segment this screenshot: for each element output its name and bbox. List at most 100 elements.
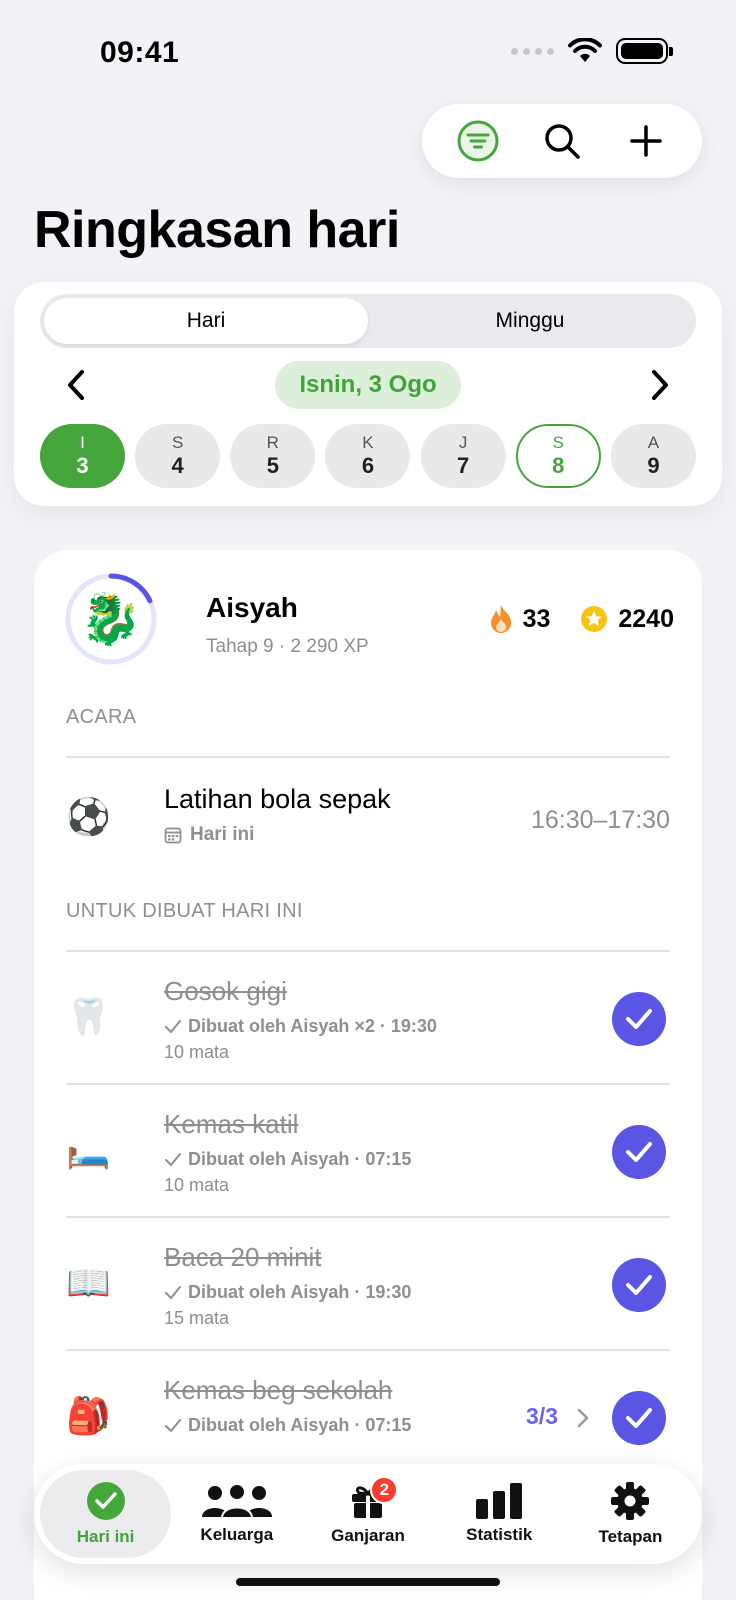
bar-chart-icon xyxy=(476,1483,523,1519)
segment-day[interactable]: Hari xyxy=(44,298,368,344)
task-title: Baca 20 minit xyxy=(164,1242,322,1272)
wifi-icon xyxy=(568,38,602,62)
streak-count: 33 xyxy=(522,604,551,633)
home-indicator xyxy=(236,1578,500,1586)
tab-label: Tetapan xyxy=(598,1527,663,1546)
section-label-todo: UNTUK DIBUAT HARI INI xyxy=(66,900,303,922)
divider xyxy=(66,756,670,758)
event-row[interactable]: ⚽ Latihan bola sepak Hari ini 16:30–17:3… xyxy=(66,772,670,862)
date-navigation: Isnin, 3 Ogo xyxy=(54,360,682,410)
completed-by-text: Dibuat oleh Aisyah · 07:15 xyxy=(188,1415,412,1435)
filter-icon xyxy=(457,120,499,162)
day-number: 4 xyxy=(171,452,184,478)
calendar-icon xyxy=(164,827,182,844)
star-coin-icon xyxy=(581,606,608,632)
avatar: 🐉 xyxy=(79,591,143,647)
day-chip[interactable]: A9 xyxy=(610,424,696,488)
segment-week[interactable]: Minggu xyxy=(368,298,692,344)
tab-bar: Hari ini Keluarga 2 Ganjaran Statistik T… xyxy=(34,1464,702,1564)
event-subtitle: Hari ini xyxy=(164,824,254,846)
search-button[interactable] xyxy=(535,114,589,168)
flame-icon xyxy=(490,605,511,633)
task-completed-by: Dibuat oleh Aisyah · 07:15 xyxy=(164,1149,411,1170)
day-chip[interactable]: S4 xyxy=(135,424,221,488)
profile-header[interactable]: 🐉 Aisyah Tahap 9 · 2 290 XP 33 2240 xyxy=(64,572,674,668)
filter-button[interactable] xyxy=(451,114,505,168)
day-letter: I xyxy=(80,433,85,452)
gear-icon xyxy=(611,1482,650,1520)
checkmark-icon xyxy=(165,1285,181,1299)
date-card: Hari Minggu Isnin, 3 Ogo I3 S4 R5 K6 J7 … xyxy=(14,282,722,506)
task-complete-toggle[interactable] xyxy=(612,1391,666,1445)
day-chip[interactable]: R5 xyxy=(230,424,316,488)
event-time: 16:30–17:30 xyxy=(530,806,670,834)
completed-by-text: Dibuat oleh Aisyah ×2 · 19:30 xyxy=(188,1016,437,1036)
tab-settings[interactable]: Tetapan xyxy=(565,1470,696,1558)
day-letter: R xyxy=(266,433,279,452)
tab-rewards[interactable]: 2 Ganjaran xyxy=(302,1470,433,1558)
tab-today[interactable]: Hari ini xyxy=(40,1470,172,1558)
task-title: Kemas beg sekolah xyxy=(164,1375,393,1405)
day-chip[interactable]: K6 xyxy=(325,424,411,488)
task-complete-toggle[interactable] xyxy=(612,1258,666,1312)
task-row[interactable]: 🛏️ Kemas katil Dibuat oleh Aisyah · 07:1… xyxy=(66,1085,670,1219)
profile-level: Tahap 9 · 2 290 XP xyxy=(206,636,369,657)
next-day-button[interactable] xyxy=(638,363,682,407)
day-number: 6 xyxy=(361,452,375,478)
day-chip[interactable]: I3 xyxy=(40,424,125,488)
notification-badge: 2 xyxy=(370,1476,399,1504)
day-chip-today[interactable]: S8 xyxy=(515,424,601,488)
page-title: Ringkasan hari xyxy=(34,201,400,259)
day-letter: S xyxy=(171,433,184,452)
people-icon xyxy=(201,1483,272,1519)
event-day-label: Hari ini xyxy=(190,824,255,845)
task-row[interactable]: 🦷 Gosok gigi Dibuat oleh Aisyah ×2 · 19:… xyxy=(66,952,670,1086)
checkmark-icon xyxy=(626,1142,652,1162)
day-number: 3 xyxy=(76,452,89,478)
tab-family[interactable]: Keluarga xyxy=(171,1470,302,1558)
chevron-right-icon xyxy=(652,370,668,400)
view-segmented-control: Hari Minggu xyxy=(40,294,696,348)
day-number: 9 xyxy=(647,452,660,478)
tooth-icon: 🦷 xyxy=(66,996,111,1037)
tab-statistics[interactable]: Statistik xyxy=(434,1470,565,1558)
checkmark-icon xyxy=(165,1418,181,1432)
day-letter: K xyxy=(362,433,374,452)
task-complete-toggle[interactable] xyxy=(612,1125,666,1179)
toolbar-pill xyxy=(422,104,702,178)
chevron-right-icon[interactable] xyxy=(576,1407,590,1429)
task-completed-by: Dibuat oleh Aisyah · 07:15 xyxy=(164,1415,411,1436)
subtask-progress: 3/3 xyxy=(526,1403,558,1429)
add-button[interactable] xyxy=(619,114,673,168)
task-points: 10 mata xyxy=(164,1175,230,1195)
book-icon: 📖 xyxy=(66,1262,111,1303)
backpack-icon: 🎒 xyxy=(66,1395,111,1436)
task-completed-by: Dibuat oleh Aisyah · 19:30 xyxy=(164,1282,411,1303)
task-title: Kemas katil xyxy=(164,1109,299,1139)
battery-icon xyxy=(616,38,673,64)
tab-label: Keluarga xyxy=(200,1525,274,1544)
bed-icon: 🛏️ xyxy=(66,1129,111,1170)
plus-icon xyxy=(630,125,662,157)
current-date-badge[interactable]: Isnin, 3 Ogo xyxy=(275,361,461,409)
task-completed-by: Dibuat oleh Aisyah ×2 · 19:30 xyxy=(164,1016,437,1037)
checkmark-icon xyxy=(626,1408,652,1428)
checkmark-icon xyxy=(165,1019,181,1033)
event-title: Latihan bola sepak xyxy=(164,784,391,814)
completed-by-text: Dibuat oleh Aisyah · 07:15 xyxy=(188,1149,412,1169)
day-number: 8 xyxy=(552,452,565,478)
day-number: 5 xyxy=(266,452,279,478)
streak-stat: 33 xyxy=(489,604,551,634)
signal-icon xyxy=(511,47,554,55)
day-letter: S xyxy=(552,433,564,452)
task-complete-toggle[interactable] xyxy=(612,992,666,1046)
profile-stats: 33 2240 xyxy=(489,604,674,634)
checkmark-circle-icon xyxy=(86,1482,125,1520)
soccer-ball-icon: ⚽ xyxy=(66,796,111,837)
day-chip[interactable]: J7 xyxy=(420,424,506,488)
completed-by-text: Dibuat oleh Aisyah · 19:30 xyxy=(188,1282,412,1302)
previous-day-button[interactable] xyxy=(54,363,98,407)
status-icons xyxy=(511,38,673,64)
task-row[interactable]: 📖 Baca 20 minit Dibuat oleh Aisyah · 19:… xyxy=(66,1218,670,1352)
day-number: 7 xyxy=(457,452,470,478)
